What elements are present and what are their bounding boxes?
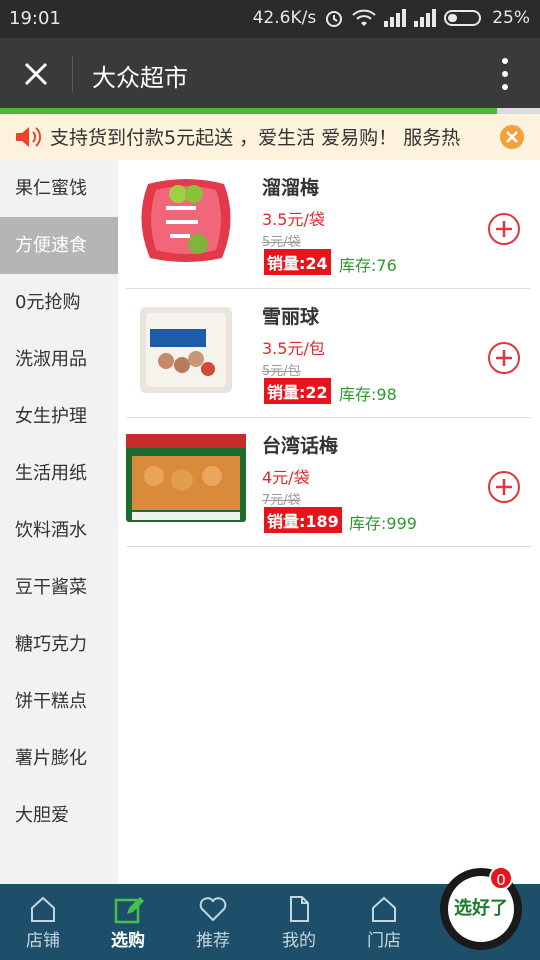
category-item[interactable]: 女生护理 bbox=[0, 388, 118, 445]
status-time: 19:01 bbox=[9, 8, 61, 29]
product-old-price: 5元/包 bbox=[262, 364, 301, 379]
product-item[interactable]: 台湾话梅 4元/袋 7元/袋 销量:189 库存:999 bbox=[126, 418, 531, 547]
stock-count: 库存:98 bbox=[339, 385, 397, 404]
product-price: 3.5元/包 bbox=[262, 339, 325, 358]
notice-close-icon[interactable] bbox=[500, 125, 524, 149]
battery-icon bbox=[444, 9, 484, 27]
home-icon bbox=[369, 894, 399, 924]
product-old-price: 7元/袋 bbox=[262, 493, 301, 508]
product-name: 雪丽球 bbox=[262, 306, 320, 328]
product-price: 3.5元/袋 bbox=[262, 210, 325, 229]
product-image bbox=[126, 303, 246, 395]
document-icon bbox=[284, 894, 314, 924]
net-speed: 42.6K/s bbox=[252, 8, 317, 28]
speaker-icon bbox=[14, 124, 42, 150]
tab-mine[interactable]: 我的 bbox=[256, 884, 342, 960]
category-item[interactable]: 饼干糕点 bbox=[0, 673, 118, 730]
signal-icon bbox=[384, 9, 407, 27]
category-item[interactable]: 糖巧克力 bbox=[0, 616, 118, 673]
product-price: 4元/袋 bbox=[262, 468, 310, 487]
product-image bbox=[126, 432, 246, 524]
product-image bbox=[126, 174, 246, 266]
wifi-icon bbox=[352, 9, 376, 27]
tab-shop[interactable]: 选购 bbox=[85, 884, 171, 960]
add-to-cart-icon[interactable] bbox=[487, 212, 521, 246]
category-item[interactable]: 薯片膨化 bbox=[0, 730, 118, 787]
category-item[interactable]: 豆干酱菜 bbox=[0, 559, 118, 616]
status-bar: 19:01 42.6K/s 25% bbox=[0, 0, 540, 38]
page-title: 大众超市 bbox=[92, 64, 188, 92]
product-name: 溜溜梅 bbox=[262, 177, 320, 199]
tab-recommend[interactable]: 推荐 bbox=[170, 884, 256, 960]
notice-bar: 支持货到付款5元起送 ，爱生活 爱易购！ 服务热 bbox=[0, 114, 540, 160]
cart-count-badge: 0 bbox=[489, 866, 513, 890]
product-list: 溜溜梅 3.5元/袋 5元/袋 销量:24 库存:76 雪丽球 3.5元/包 5… bbox=[118, 160, 540, 884]
add-to-cart-icon[interactable] bbox=[487, 341, 521, 375]
tab-store[interactable]: 店铺 bbox=[0, 884, 86, 960]
more-menu-icon[interactable] bbox=[500, 56, 510, 92]
signal-icon-2 bbox=[414, 9, 437, 27]
alarm-icon bbox=[324, 8, 344, 28]
category-item[interactable]: 洗淑用品 bbox=[0, 331, 118, 388]
title-bar: 大众超市 bbox=[0, 38, 540, 110]
edit-icon bbox=[113, 894, 144, 924]
home-icon bbox=[28, 894, 58, 924]
product-name: 台湾话梅 bbox=[262, 435, 339, 457]
tab-outlets[interactable]: 门店 bbox=[341, 884, 427, 960]
checkout-button[interactable]: 选好了 0 bbox=[440, 866, 522, 950]
sales-badge: 销量:24 bbox=[264, 249, 331, 275]
category-item[interactable]: 大胆爱 bbox=[0, 787, 118, 844]
stock-count: 库存:999 bbox=[349, 514, 417, 533]
sales-badge: 销量:22 bbox=[264, 378, 331, 404]
sales-badge: 销量:189 bbox=[264, 507, 342, 533]
add-to-cart-icon[interactable] bbox=[487, 470, 521, 504]
product-item[interactable]: 溜溜梅 3.5元/袋 5元/袋 销量:24 库存:76 bbox=[126, 160, 531, 289]
category-sidebar: 果仁蜜饯 方便速食 0元抢购 洗淑用品 女生护理 生活用纸 饮料酒水 豆干酱菜 … bbox=[0, 160, 118, 884]
notice-text: 支持货到付款5元起送 ，爱生活 爱易购！ 服务热 bbox=[50, 127, 461, 149]
category-item[interactable]: 0元抢购 bbox=[0, 274, 118, 331]
status-icons: 42.6K/s 25% bbox=[253, 8, 530, 28]
battery-level: 25% bbox=[492, 8, 530, 28]
heart-icon bbox=[198, 894, 228, 924]
category-item[interactable]: 果仁蜜饯 bbox=[0, 160, 118, 217]
category-item[interactable]: 饮料酒水 bbox=[0, 502, 118, 559]
category-item[interactable]: 生活用纸 bbox=[0, 445, 118, 502]
category-item-active[interactable]: 方便速食 bbox=[0, 217, 118, 274]
close-icon[interactable] bbox=[18, 56, 54, 92]
product-item[interactable]: 雪丽球 3.5元/包 5元/包 销量:22 库存:98 bbox=[126, 289, 531, 418]
product-old-price: 5元/袋 bbox=[262, 235, 301, 250]
stock-count: 库存:76 bbox=[339, 256, 397, 275]
title-divider bbox=[72, 56, 73, 92]
